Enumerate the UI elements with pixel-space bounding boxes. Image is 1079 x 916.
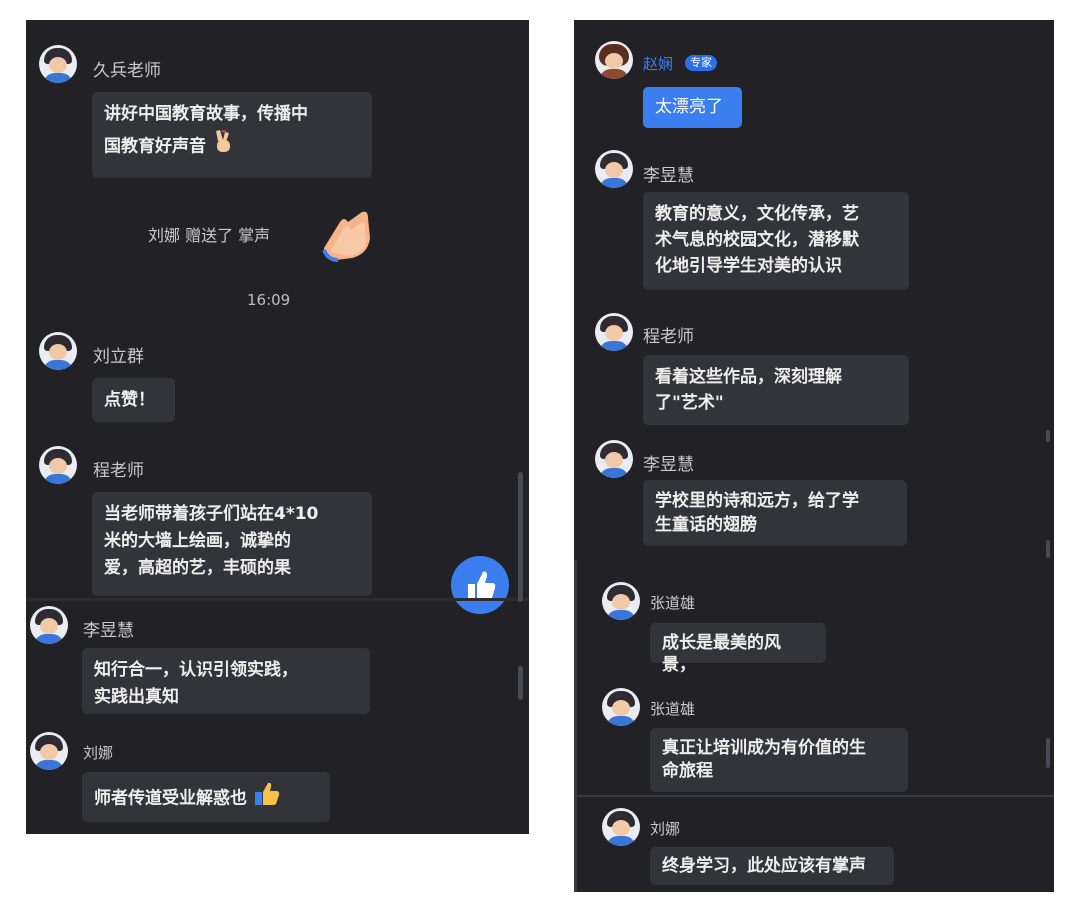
message-line: 命旅程 [662, 761, 713, 781]
gift-notice: 刘娜 赠送了 掌声 [148, 226, 271, 245]
avatar-icon [602, 582, 640, 620]
message-bubble: 学校里的诗和远方，给了学 生童话的翅膀 [643, 480, 907, 546]
message-line: 讲好中国教育故事，传播中 [104, 104, 308, 124]
expert-badge: 专家 [685, 55, 717, 71]
avatar-icon [39, 45, 77, 83]
avatar-icon [595, 150, 633, 188]
right-chat-panel: 赵娴 专家 太漂亮了 李昱慧 教育的意义，文化传承，艺 术气息的校园文化，潜移默… [574, 20, 1054, 892]
sender-name: 李昱慧 [643, 166, 694, 186]
message-line: 教育的意义，文化传承，艺 [655, 204, 859, 224]
timestamp: 16:09 [247, 291, 291, 309]
message-bubble: 教育的意义，文化传承，艺 术气息的校园文化，潜移默 化地引导学生对美的认识 [643, 192, 909, 290]
message-line: 当老师带着孩子们站在4*10 [104, 504, 319, 524]
message-text: 终身学习，此处应该有掌声 [662, 856, 866, 876]
victory-hand-icon [212, 128, 238, 165]
message-line: 爱，高超的艺，丰硕的果 [104, 558, 291, 578]
message-text: 师者传道受业解惑也 [94, 788, 247, 809]
avatar-icon [30, 606, 68, 644]
message-bubble: 知行合一，认识引领实践， 实践出真知 [82, 648, 370, 714]
like-button[interactable] [451, 556, 509, 614]
sender-name: 李昱慧 [83, 621, 134, 641]
scrollbar[interactable] [518, 472, 523, 602]
sender-name: 刘娜 [83, 744, 114, 762]
overlay-divider [26, 598, 529, 601]
message-line: 学校里的诗和远方，给了学 [655, 491, 859, 511]
sender-name: 李昱慧 [643, 455, 694, 475]
message-line: 国教育好声音 [104, 128, 360, 165]
overlay-divider [577, 795, 1054, 797]
scrollbar[interactable] [518, 666, 523, 700]
panel-divider [574, 560, 577, 892]
message-line: 看着这些作品，深刻理解 [655, 367, 842, 387]
message-bubble: 讲好中国教育故事，传播中 国教育好声音 [92, 92, 372, 178]
message-line: 知行合一，认识引领实践， [94, 660, 298, 680]
avatar-icon [595, 440, 633, 478]
scrollbar[interactable] [1046, 738, 1050, 768]
message-line-text: 国教育好声音 [104, 136, 206, 157]
avatar-icon [595, 41, 633, 79]
message-line: 化地引导学生对美的认识 [655, 256, 842, 276]
left-chat-panel: 久兵老师 讲好中国教育故事，传播中 国教育好声音 刘娜 赠送了 掌声 16:09… [26, 20, 529, 834]
sender-name: 程老师 [643, 327, 694, 347]
message-bubble: 师者传道受业解惑也 [82, 772, 330, 822]
clapping-hands-icon [318, 208, 376, 268]
sender-name: 程老师 [93, 461, 144, 481]
message-line: 实践出真知 [94, 687, 179, 707]
message-bubble: 真正让培训成为有价值的生 命旅程 [650, 728, 908, 792]
avatar-icon [39, 446, 77, 484]
sender-name: 刘立群 [93, 347, 144, 367]
sender-name: 久兵老师 [93, 61, 161, 81]
avatar-icon [602, 808, 640, 846]
message-bubble: 终身学习，此处应该有掌声 [650, 847, 894, 885]
sender-name: 赵娴 [643, 55, 674, 73]
message-line: 生童话的翅膀 [655, 515, 757, 535]
sender-name: 张道雄 [650, 700, 696, 718]
message-line: 了"艺术" [655, 393, 724, 413]
message-bubble: 看着这些作品，深刻理解 了"艺术" [643, 355, 909, 425]
scrollbar[interactable] [1046, 430, 1050, 442]
message-line: 真正让培训成为有价值的生 [662, 738, 866, 758]
message-text: 点赞！ [104, 390, 155, 410]
thumbs-up-icon [468, 571, 496, 600]
message-bubble: 太漂亮了 [643, 87, 742, 128]
sender-name: 张道雄 [650, 594, 696, 612]
avatar-icon [30, 732, 68, 770]
avatar-icon [39, 332, 77, 370]
message-line: 术气息的校园文化，潜移默 [655, 230, 859, 250]
scrollbar[interactable] [1046, 540, 1050, 558]
message-line: 米的大墙上绘画，诚挚的 [104, 531, 291, 551]
avatar-icon [595, 313, 633, 351]
message-bubble: 当老师带着孩子们站在4*10 米的大墙上绘画，诚挚的 爱，高超的艺，丰硕的果 [92, 492, 372, 596]
message-bubble: 成长是最美的风景， [650, 623, 826, 675]
avatar-icon [602, 688, 640, 726]
message-bubble: 点赞！ [92, 378, 175, 422]
sender-name: 刘娜 [650, 820, 681, 838]
thumbs-up-icon [253, 781, 281, 816]
message-text: 太漂亮了 [655, 97, 723, 117]
message-text: 成长是最美的风景， [662, 633, 781, 675]
